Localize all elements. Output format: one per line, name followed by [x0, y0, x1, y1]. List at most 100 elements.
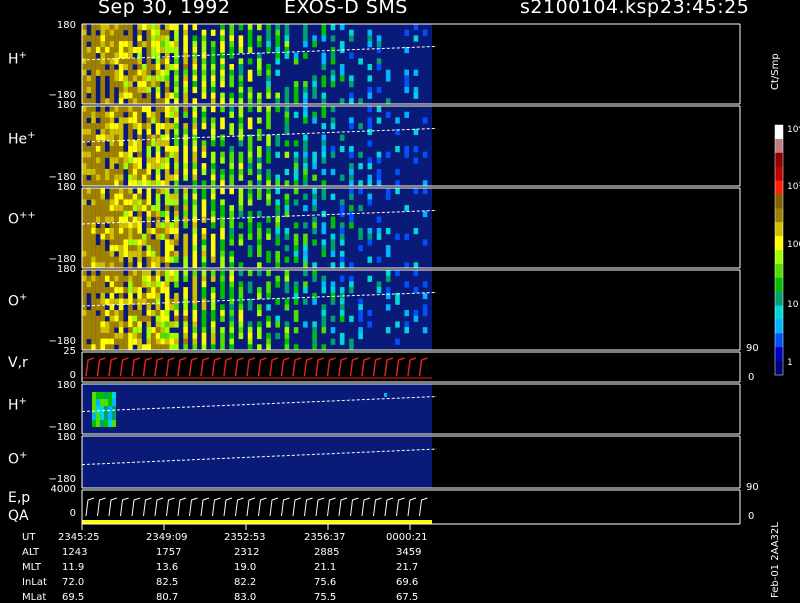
spectrogram-cell: [132, 310, 138, 317]
spectrogram-cell: [229, 315, 234, 322]
spectrogram-cell: [82, 128, 87, 136]
spectrogram-cell: [303, 86, 308, 94]
spectrogram-cell: [160, 310, 165, 317]
spectrogram-cell: [155, 117, 161, 124]
spectrogram-cell: [321, 75, 327, 82]
spectrogram-cell: [257, 151, 262, 158]
spectrogram-cell: [183, 310, 188, 317]
spectrogram-cell: [339, 250, 345, 258]
spectrogram-cell: [164, 146, 170, 153]
colorbar-segment: [775, 250, 783, 265]
spectrogram-cell: [82, 134, 87, 141]
spectrogram-cell: [82, 174, 87, 181]
spectrogram-cell: [118, 281, 124, 288]
colorbar-segment: [775, 319, 783, 334]
spectrogram-cell: [376, 216, 382, 223]
spectrogram-cell: [82, 321, 87, 328]
spectrogram-cell: [201, 250, 207, 258]
spectrogram-cell: [220, 310, 225, 317]
spectrogram-cell: [91, 41, 96, 48]
spectrogram-cell: [174, 193, 179, 200]
spectrogram-cell: [82, 338, 87, 345]
spectrogram-cell: [422, 188, 428, 195]
spectrogram-cell: [164, 140, 170, 147]
spectrogram-cell: [109, 205, 115, 212]
spectrogram-cell: [155, 69, 161, 76]
spectrogram-cell: [192, 146, 198, 153]
spectrogram-cell: [183, 210, 188, 218]
spectrogram-cell: [192, 75, 198, 82]
spectrogram-cell: [91, 270, 96, 277]
spectrogram-cell: [257, 250, 262, 258]
spectrogram-cell: [109, 128, 115, 136]
colorbar-tick: 10³: [787, 182, 800, 192]
spectrogram-cell: [275, 174, 280, 181]
spectrogram-cell: [86, 310, 92, 317]
spectrogram-cell: [82, 228, 87, 235]
spectrogram-cell: [229, 275, 234, 282]
spectrogram-cell: [155, 52, 161, 59]
spectrogram-cell: [128, 321, 133, 328]
spectrogram-cell: [146, 24, 152, 31]
spectrogram-cell: [210, 58, 216, 65]
spectrogram-cell: [201, 281, 207, 288]
spectrogram-cell: [164, 92, 170, 99]
spectrogram-cell: [339, 199, 345, 206]
spectrogram-cell: [174, 151, 179, 158]
footer-value: 67.5: [396, 592, 419, 603]
spectrogram-cell: [118, 205, 124, 212]
spectrogram-cell: [141, 41, 147, 48]
spectrogram-cell: [174, 250, 179, 258]
spectrogram-cell: [109, 168, 115, 176]
spectrogram-cell: [220, 52, 225, 59]
spectrogram-cell: [293, 111, 299, 118]
spectrogram-cell: [257, 24, 262, 31]
spectrogram-cell: [160, 222, 165, 229]
spectrogram-cell: [86, 188, 92, 195]
spectrogram-cell: [91, 315, 96, 322]
spectrogram-cell: [137, 310, 142, 317]
spectrogram-cell: [330, 216, 336, 223]
spectrogram-cell: [95, 111, 101, 118]
spectrogram-cell: [330, 327, 336, 334]
spectrogram-cell: [358, 123, 363, 130]
spectrogram-cell: [164, 327, 170, 334]
spectrogram-cell: [164, 123, 170, 130]
spectrogram-cell: [284, 228, 290, 235]
spectrogram-cell: [275, 332, 280, 340]
spectrogram-cell: [86, 134, 92, 141]
spectrogram-cell: [312, 228, 317, 235]
spectrogram-cell: [339, 228, 345, 235]
spectrogram-cell: [183, 64, 188, 71]
spectrogram-cell: [303, 140, 308, 147]
spectrogram-cell: [183, 69, 188, 76]
spectrogram-cell: [183, 304, 188, 311]
spectrogram-cell: [293, 327, 299, 334]
spectrogram-cell: [155, 123, 161, 130]
spectrogram-cell: [128, 41, 133, 48]
spectrogram-cell: [151, 134, 156, 141]
colorbar-segment: [775, 277, 783, 293]
spectrogram-cell: [349, 75, 354, 82]
spectrogram-cell: [82, 327, 87, 334]
spectrogram-cell: [266, 41, 271, 48]
spectrogram-cell: [118, 81, 124, 88]
spectrogram-cell: [247, 250, 253, 258]
spectrogram-cell: [367, 157, 373, 164]
spectrogram-cell: [132, 327, 138, 334]
spectrogram-cell: [312, 321, 317, 328]
spectrogram-cell: [86, 332, 92, 340]
spectrogram-cell: [174, 228, 179, 235]
spectrogram-cell: [146, 275, 152, 282]
tick-ymax: 180: [56, 100, 76, 111]
spectrogram-cell: [155, 222, 161, 229]
spectrogram-cell: [293, 199, 299, 206]
spectrogram-cell: [123, 233, 128, 240]
spectrogram-cell: [404, 233, 409, 240]
spectrogram-cell: [174, 35, 179, 42]
spectrogram-cell: [174, 52, 179, 59]
spectrogram-cell: [284, 245, 290, 252]
spectrogram-cell: [123, 332, 128, 340]
spectrogram-cell: [82, 163, 87, 170]
spectrogram-cell: [169, 338, 175, 345]
